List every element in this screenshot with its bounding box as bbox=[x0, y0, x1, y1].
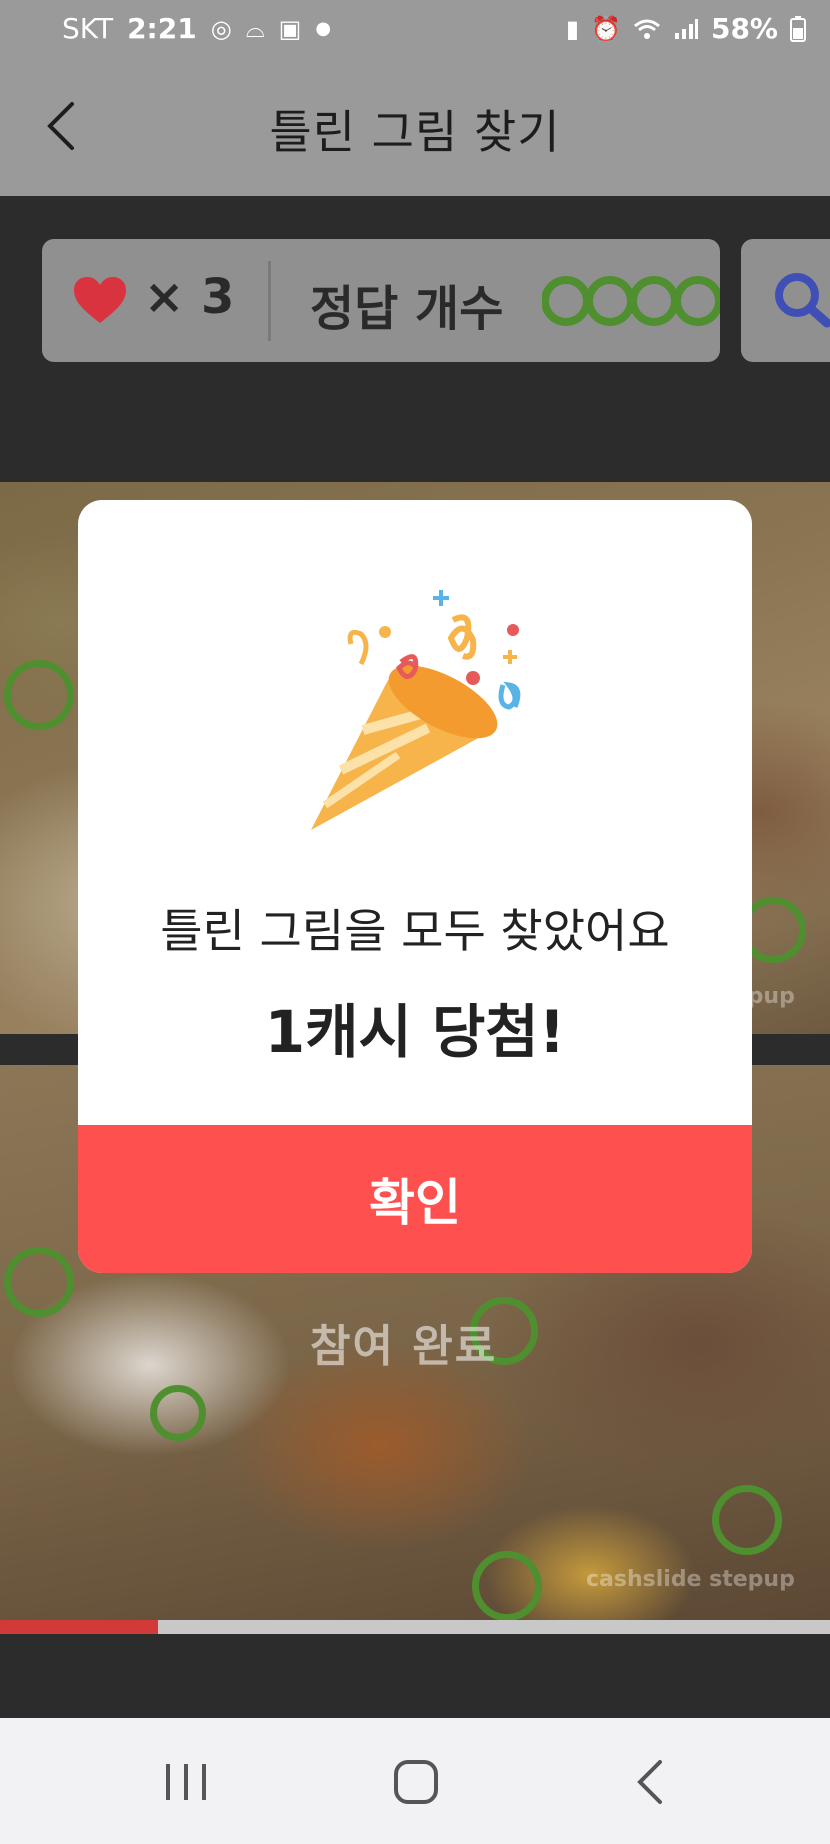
search-icon bbox=[775, 273, 830, 328]
confirm-button[interactable]: 확인 bbox=[78, 1125, 752, 1273]
dialog-message: 틀린 그림을 모두 찾았어요 bbox=[160, 904, 670, 958]
battery-saver-icon: ▮ bbox=[565, 14, 580, 43]
carrier-label: SKT bbox=[62, 12, 114, 45]
page-title: 틀린 그림 찾기 bbox=[269, 105, 561, 159]
found-mark bbox=[4, 1247, 74, 1317]
battery-percent: 58% bbox=[710, 12, 778, 45]
gallery-icon: ▣ bbox=[278, 14, 302, 43]
at-sign-icon: ◎ bbox=[210, 14, 232, 43]
time-progress-bar bbox=[0, 1620, 830, 1634]
dialog-reward: 1캐시 당첨! bbox=[264, 998, 566, 1066]
heart-icon bbox=[74, 277, 126, 323]
answer-found-circle bbox=[629, 276, 679, 326]
dot-icon: ● bbox=[315, 17, 332, 39]
found-mark bbox=[712, 1485, 782, 1555]
found-mark bbox=[4, 660, 74, 730]
back-icon[interactable] bbox=[620, 1754, 680, 1810]
divider bbox=[268, 261, 271, 341]
success-dialog: 틀린 그림을 모두 찾았어요 1캐시 당첨! 확인 bbox=[78, 500, 752, 1273]
answer-found-circle bbox=[542, 276, 591, 326]
answer-found-circle bbox=[585, 276, 635, 326]
lives-count: 3 bbox=[200, 269, 235, 325]
answers-label: 정답 개수 bbox=[310, 281, 504, 337]
app-header: 틀린 그림 찾기 bbox=[0, 50, 830, 196]
mustache-icon: ⌓ bbox=[245, 14, 265, 43]
found-mark bbox=[150, 1385, 206, 1441]
party-popper-icon bbox=[311, 590, 521, 830]
time-progress-fill bbox=[0, 1620, 158, 1634]
recent-apps-icon[interactable] bbox=[156, 1754, 216, 1810]
alarm-icon: ⏰ bbox=[591, 14, 621, 43]
signal-icon bbox=[674, 18, 698, 39]
system-nav-bar bbox=[0, 1718, 830, 1844]
completed-label: 참여 완료 bbox=[310, 1321, 498, 1372]
found-mark bbox=[472, 1551, 542, 1621]
hint-button[interactable] bbox=[741, 239, 830, 362]
home-icon[interactable] bbox=[386, 1754, 446, 1810]
screen: SKT 2:21 ◎ ⌓ ▣ ● ▮ ⏰ 58% 틀린 그림 찾기 × 3 정답… bbox=[0, 0, 830, 1844]
battery-icon bbox=[790, 15, 806, 42]
clock: 2:21 bbox=[127, 12, 197, 45]
watermark: cashslide stepup bbox=[586, 1567, 795, 1592]
score-panel: × 3 정답 개수 bbox=[42, 239, 720, 362]
wifi-icon bbox=[634, 19, 660, 39]
lives-multiplier: × bbox=[144, 269, 185, 325]
answer-found-circle bbox=[673, 276, 720, 326]
answer-progress bbox=[542, 276, 720, 326]
